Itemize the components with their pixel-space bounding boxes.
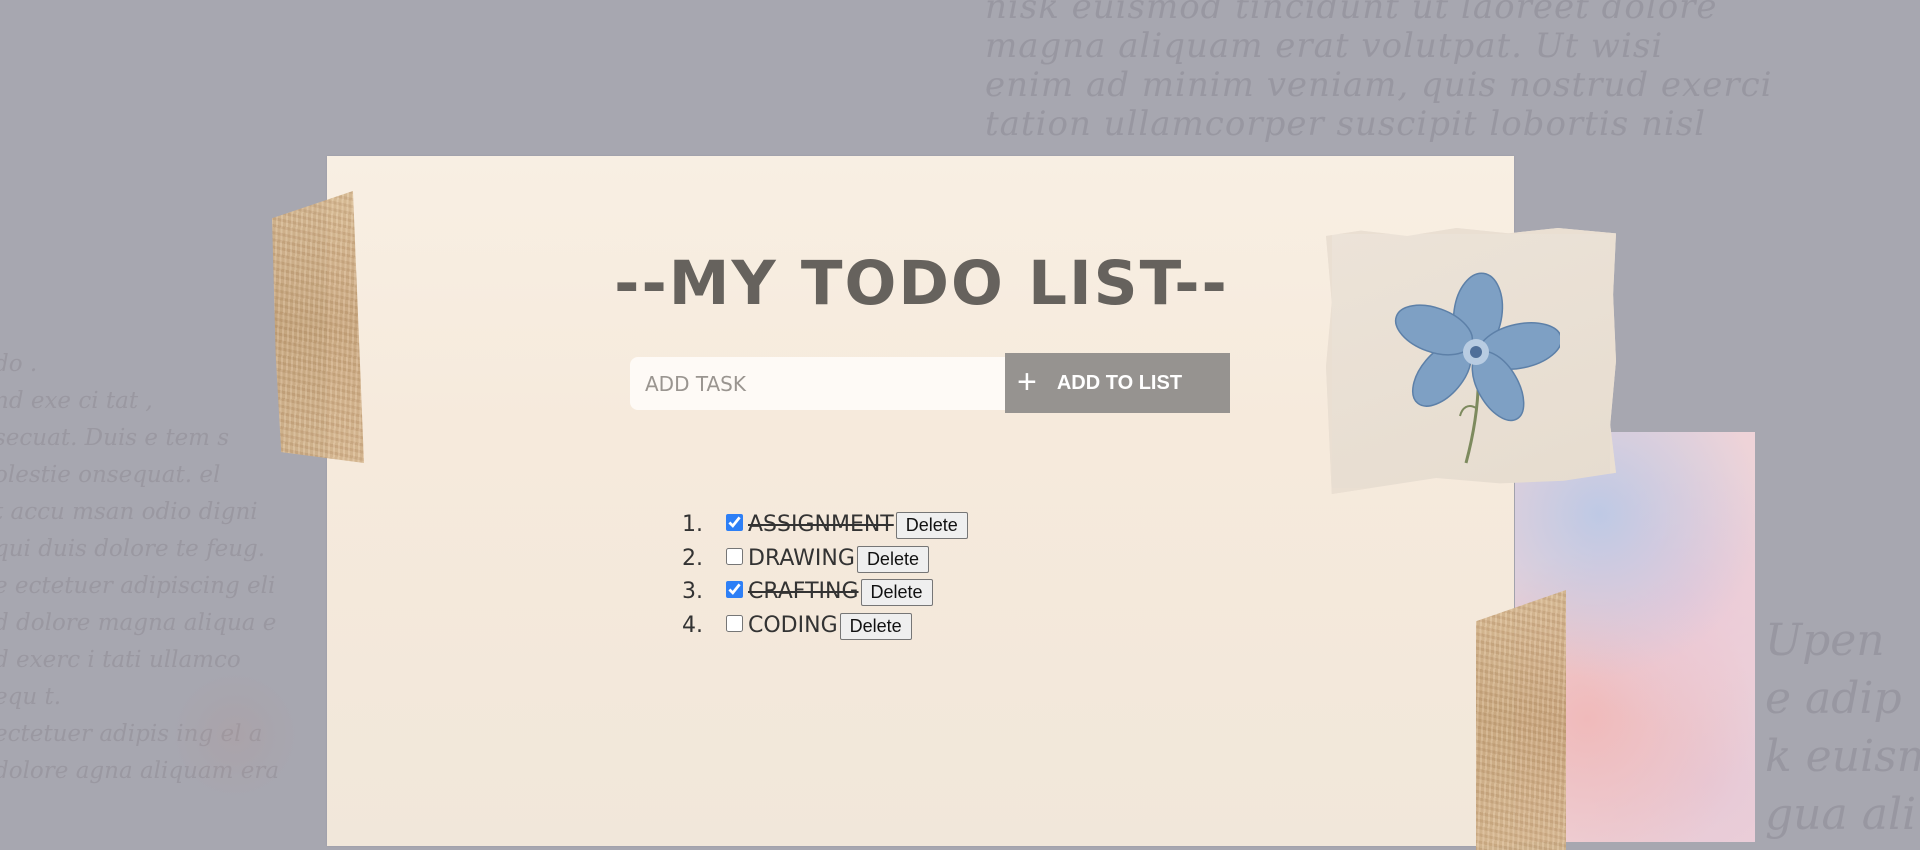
task-number: 3.	[682, 579, 703, 605]
delete-task-button[interactable]: Delete	[895, 512, 968, 540]
task-text: DRAWING	[748, 545, 855, 571]
task-item: 4. CODING Delete	[682, 609, 968, 643]
tape-right	[1476, 590, 1566, 850]
task-checkbox[interactable]	[726, 581, 743, 599]
task-number: 2.	[682, 545, 703, 571]
background-stain	[170, 670, 300, 800]
background-script-left: do . nd exe ci tat , secuat. Duis e tem …	[0, 351, 280, 784]
add-to-list-label: ADD TO LIST	[1056, 371, 1183, 394]
task-checkbox[interactable]	[726, 547, 743, 565]
task-list: 1. ASSIGNMENT Delete 2. DRAWING Delete 3…	[682, 508, 968, 642]
tape-left	[272, 191, 364, 463]
delete-task-button[interactable]: Delete	[856, 545, 929, 573]
task-number: 1.	[682, 512, 703, 538]
delete-task-button[interactable]: Delete	[860, 579, 933, 607]
task-checkbox[interactable]	[726, 614, 743, 632]
task-text: ASSIGNMENT	[748, 512, 894, 538]
background-script-right: Upen e adip k euism gua ali	[1765, 615, 1920, 840]
add-to-list-button[interactable]: + ADD TO LIST	[1005, 353, 1230, 413]
background-script-top: nisk euismod tincidunt ut laoreet dolore…	[985, 0, 1773, 144]
plus-icon: +	[1017, 362, 1037, 401]
task-number: 4.	[682, 612, 703, 638]
delete-task-button[interactable]: Delete	[839, 612, 912, 640]
task-text: CODING	[748, 612, 838, 638]
add-task-input[interactable]	[630, 357, 1006, 410]
task-item: 1. ASSIGNMENT Delete	[682, 508, 968, 542]
page-title: --MY TODO LIST--	[614, 248, 1229, 319]
task-checkbox[interactable]	[726, 514, 743, 532]
task-text: CRAFTING	[748, 579, 859, 605]
task-item: 3. CRAFTING Delete	[682, 575, 968, 609]
task-item: 2. DRAWING Delete	[682, 542, 968, 576]
